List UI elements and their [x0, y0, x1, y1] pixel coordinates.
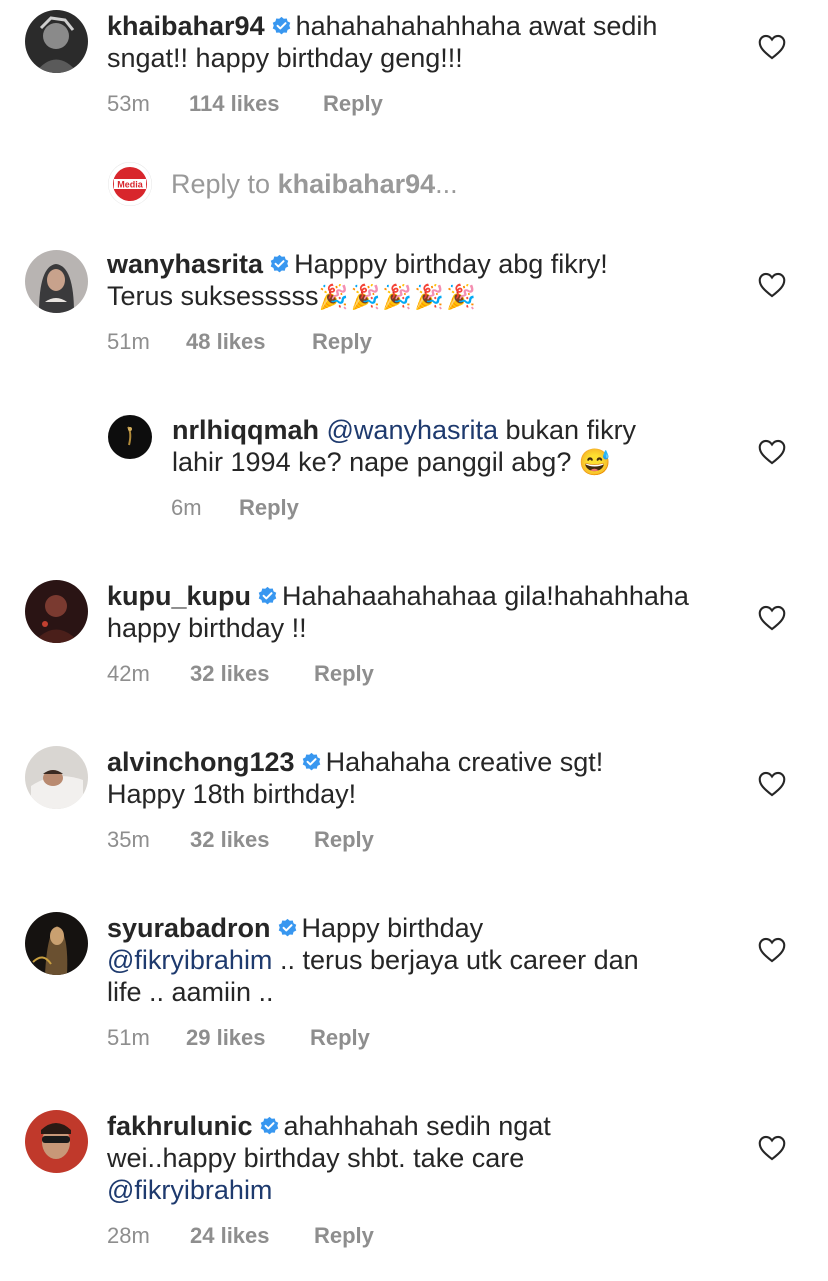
avatar-syurabadron[interactable] [25, 912, 88, 975]
comment-time: 51m [107, 1025, 150, 1050]
comment-time: 51m [107, 329, 150, 354]
comment-text-3: kupu_kupu Hahahaahahahaa gila!hahahhaha h… [107, 580, 689, 644]
reply-button[interactable]: Reply [314, 1223, 374, 1249]
avatar-alvinchong123[interactable] [25, 746, 88, 809]
comment-meta-4: 35m 32 likes Reply [107, 827, 374, 853]
mention-link[interactable]: @fikryibrahim [107, 1175, 272, 1205]
username[interactable]: khaibahar94 [107, 11, 265, 41]
comment-body: happy birthday !! [107, 613, 307, 643]
likes-count[interactable]: 48 likes [186, 329, 312, 355]
comment-body: Hahahaha creative sgt! [325, 747, 604, 777]
comment-body: Happpy birthday abg fikry! [294, 249, 608, 279]
avatar-fakhrulunic[interactable] [25, 1110, 88, 1173]
verified-badge-icon [278, 918, 296, 937]
reply-target: khaibahar94 [277, 169, 436, 199]
mention-link[interactable]: @wanyhasrita [327, 415, 498, 445]
like-heart-icon[interactable] [758, 34, 786, 60]
comment-body: hahahahahahhaha awat sedih [295, 11, 658, 41]
username[interactable]: syurabadron [107, 913, 271, 943]
media-logo-text: Media [117, 180, 144, 190]
like-heart-icon[interactable] [758, 771, 786, 797]
comment-body: lahir 1994 ke? nape panggil abg? [172, 447, 572, 477]
nested-reply-text: nrlhiqqmah @wanyhasrita bukan fikry lahi… [172, 414, 636, 478]
avatar-media: Media [108, 162, 152, 206]
comment-meta-1: 53m 114 likes Reply [107, 91, 383, 117]
username[interactable]: wanyhasrita [107, 249, 263, 279]
comment-time: 42m [107, 661, 150, 686]
avatar-nrlhiqqmah[interactable] [108, 415, 152, 459]
reply-button[interactable]: Reply [310, 1025, 370, 1051]
like-heart-icon[interactable] [758, 605, 786, 631]
comment-time: 28m [107, 1223, 150, 1248]
comment-body: Terus suksesssss [107, 281, 319, 311]
like-heart-icon[interactable] [758, 937, 786, 963]
comment-body: bukan fikry [498, 415, 637, 445]
nested-reply-meta: 6m Reply [171, 495, 299, 521]
comment-time: 6m [171, 495, 202, 520]
comment-body: Happy birthday [301, 913, 484, 943]
verified-badge-icon [258, 586, 277, 605]
comment-time: 35m [107, 827, 150, 852]
comment-body: ahahhahah sedih ngat [283, 1111, 551, 1141]
comment-body: sngat!! happy birthday geng!!! [107, 43, 463, 73]
verified-badge-icon [270, 254, 289, 273]
verified-badge-icon [260, 1116, 278, 1135]
verified-badge-icon [302, 752, 320, 771]
comment-body: Hahahaahahahaa gila!hahahhaha [282, 581, 689, 611]
reply-button[interactable]: Reply [312, 329, 372, 355]
reply-ellipsis: ... [435, 169, 458, 199]
reply-composer-label[interactable]: Reply to khaibahar94... [171, 168, 458, 200]
likes-count[interactable]: 32 likes [190, 827, 314, 853]
likes-count[interactable]: 29 likes [186, 1025, 310, 1051]
comment-meta-5: 51m 29 likes Reply [107, 1025, 370, 1051]
comment-body: life .. aamiin .. [107, 977, 274, 1007]
comment-text-6: fakhrulunic ahahhahah sedih ngat wei..hap… [107, 1110, 551, 1206]
comment-text-4: alvinchong123 Hahahaha creative sgt! Happ… [107, 746, 603, 810]
like-heart-icon[interactable] [758, 272, 786, 298]
likes-count[interactable]: 114 likes [189, 91, 323, 117]
verified-badge-icon [272, 16, 290, 35]
comment-text-5: syurabadron Happy birthday @fikryibrahim … [107, 912, 639, 1008]
avatar-kupu_kupu[interactable] [25, 580, 88, 643]
avatar-khaibahar94[interactable] [25, 10, 88, 73]
likes-count[interactable]: 24 likes [190, 1223, 314, 1249]
like-heart-icon[interactable] [758, 439, 786, 465]
comment-meta-6: 28m 24 likes Reply [107, 1223, 374, 1249]
mention-link[interactable]: @fikryibrahim [107, 945, 272, 975]
comment-time: 53m [107, 91, 150, 116]
comment-body: Happy 18th birthday! [107, 779, 357, 809]
username[interactable]: fakhrulunic [107, 1111, 253, 1141]
avatar-wanyhasrita[interactable] [25, 250, 88, 313]
comment-meta-2: 51m 48 likes Reply [107, 329, 372, 355]
reply-button[interactable]: Reply [323, 91, 383, 117]
comment-body: wei..happy birthday shbt. take care [107, 1143, 525, 1173]
comment-body: .. terus berjaya utk career dan [272, 945, 639, 975]
grinning-sweat-emoji: 😅 [578, 447, 612, 477]
party-popper-emojis: 🎉🎉🎉🎉🎉 [318, 284, 478, 311]
username[interactable]: alvinchong123 [107, 747, 295, 777]
like-heart-icon[interactable] [758, 1135, 786, 1161]
reply-button[interactable]: Reply [314, 827, 374, 853]
comment-text-1: khaibahar94 hahahahahahhaha awat sedih sn… [107, 10, 657, 74]
reply-button[interactable]: Reply [239, 495, 299, 521]
likes-count[interactable]: 32 likes [190, 661, 314, 687]
username[interactable]: kupu_kupu [107, 581, 251, 611]
reply-prefix: Reply to [171, 169, 278, 199]
username[interactable]: nrlhiqqmah [172, 415, 319, 445]
comment-meta-3: 42m 32 likes Reply [107, 661, 374, 687]
comment-text-2: wanyhasrita Happpy birthday abg fikry! Te… [107, 248, 608, 314]
reply-button[interactable]: Reply [314, 661, 374, 687]
